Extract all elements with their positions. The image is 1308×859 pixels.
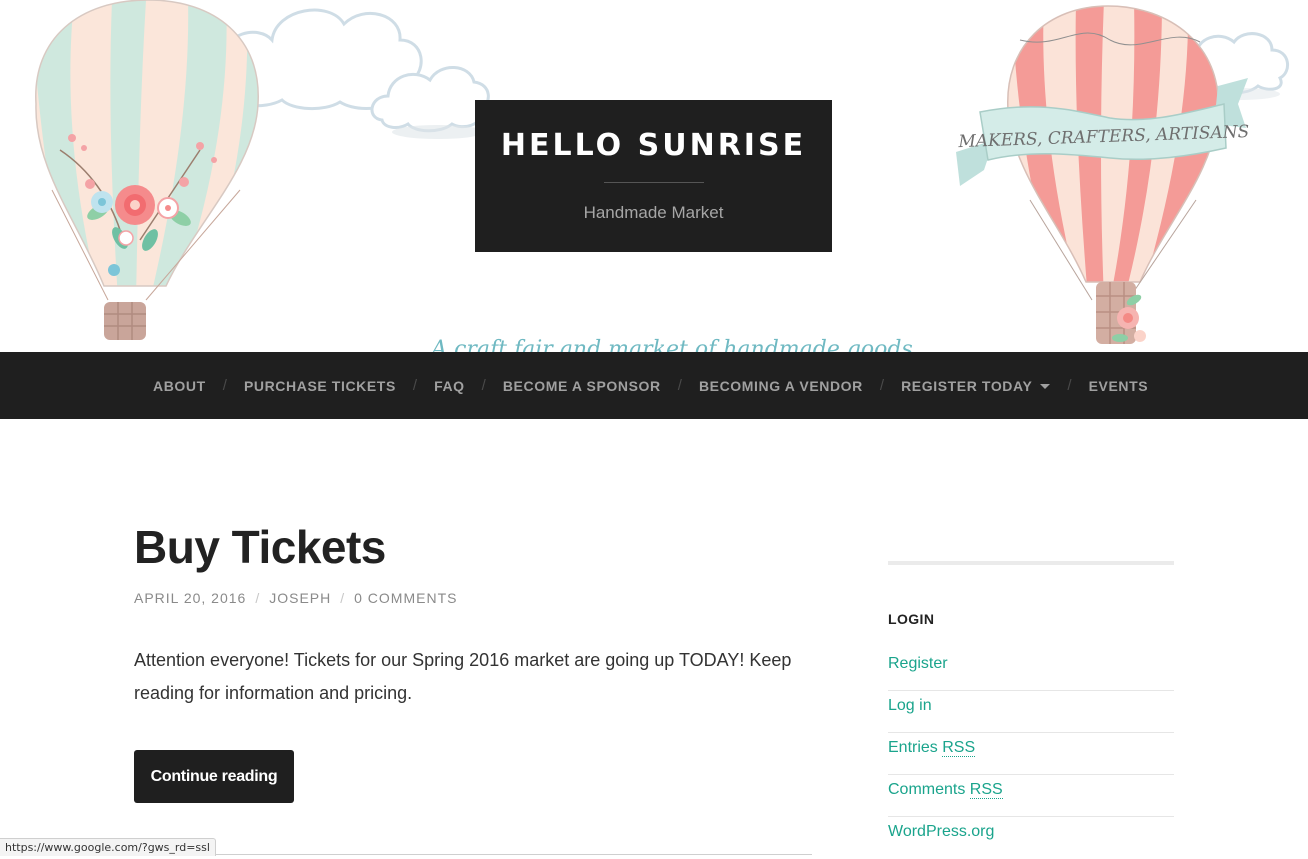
title-divider: [604, 182, 704, 183]
status-divider: [214, 854, 812, 855]
nav-item-events[interactable]: Events: [1089, 378, 1149, 394]
nav-label: Purchase Tickets: [243, 377, 396, 394]
nav-label: About: [153, 377, 206, 394]
post-title[interactable]: Buy Tickets: [134, 520, 814, 574]
nav-separator: /: [677, 377, 682, 394]
meta-separator: /: [255, 590, 261, 606]
main-navigation: About / Purchase Tickets / FAQ / Become …: [0, 352, 1308, 419]
sidebar-link-entries-rss[interactable]: Entries RSS: [888, 733, 1174, 775]
meta-separator: /: [340, 590, 346, 606]
nav-separator: /: [481, 377, 486, 394]
nav-label: Become a Sponsor: [502, 377, 661, 394]
rss-abbr: RSS: [942, 739, 976, 757]
rss-abbr: RSS: [969, 781, 1003, 799]
post-author[interactable]: Joseph: [269, 590, 331, 606]
browser-status-bar: https://www.google.com/?gws_rd=ssl: [0, 838, 216, 856]
site-header: MAKERS, CRAFTERS, ARTISANS A craft fair …: [0, 0, 1308, 352]
script-tagline: A craft fair and market of handmade good…: [429, 337, 913, 352]
sidebar-link-wordpress[interactable]: WordPress.org: [888, 817, 1174, 859]
post-comments-link[interactable]: 0 Comments: [354, 590, 457, 606]
post-date[interactable]: April 20, 2016: [134, 590, 246, 606]
site-title[interactable]: HELLO SUNRISE: [475, 126, 832, 166]
nav-item-purchase-tickets[interactable]: Purchase Tickets: [244, 378, 396, 394]
sidebar-link-register[interactable]: Register: [888, 649, 1174, 691]
site-title-box[interactable]: HELLO SUNRISE Handmade Market: [475, 100, 832, 252]
nav-separator: /: [1067, 377, 1072, 394]
balloon-left: [35, 0, 259, 340]
nav-item-about[interactable]: About: [153, 378, 206, 394]
nav-separator: /: [879, 377, 885, 394]
nav-item-becoming-vendor[interactable]: Becoming a Vendor: [699, 378, 863, 394]
nav-label: Events: [1088, 377, 1149, 394]
sidebar-divider: [888, 561, 1174, 565]
nav-item-faq[interactable]: FAQ: [434, 378, 465, 394]
nav-label: FAQ: [434, 377, 465, 394]
link-label: Entries: [888, 739, 943, 756]
dropdown-caret-icon[interactable]: [1040, 383, 1051, 389]
nav-item-register-today[interactable]: Register Today: [901, 377, 1051, 394]
sidebar-link-comments-rss[interactable]: Comments RSS: [888, 775, 1174, 817]
link-label: Comments: [888, 781, 970, 798]
continue-reading-button[interactable]: Continue reading: [134, 750, 294, 803]
nav-menu: About / Purchase Tickets / FAQ / Become …: [153, 352, 1148, 419]
post: Buy Tickets April 20, 2016 / Joseph / 0 …: [134, 520, 814, 803]
site-tagline: Handmade Market: [583, 203, 724, 222]
nav-separator: /: [412, 377, 418, 394]
widget-title-login: Login: [888, 611, 935, 627]
post-meta: April 20, 2016 / Joseph / 0 Comments: [134, 590, 814, 606]
nav-label: Register Today: [901, 377, 1033, 394]
sidebar: Login Register Log in Entries RSS Commen…: [888, 561, 1174, 859]
login-widget-list: Register Log in Entries RSS Comments RSS…: [888, 649, 1174, 859]
link-label: Log in: [888, 697, 932, 714]
nav-label: Becoming a Vendor: [698, 377, 863, 394]
link-label: WordPress.org: [888, 823, 995, 840]
nav-separator: /: [222, 377, 227, 394]
nav-item-become-sponsor[interactable]: Become a Sponsor: [503, 378, 661, 394]
sidebar-link-login[interactable]: Log in: [888, 691, 1174, 733]
link-label: Register: [888, 655, 948, 672]
post-excerpt: Attention everyone! Tickets for our Spri…: [134, 650, 792, 703]
